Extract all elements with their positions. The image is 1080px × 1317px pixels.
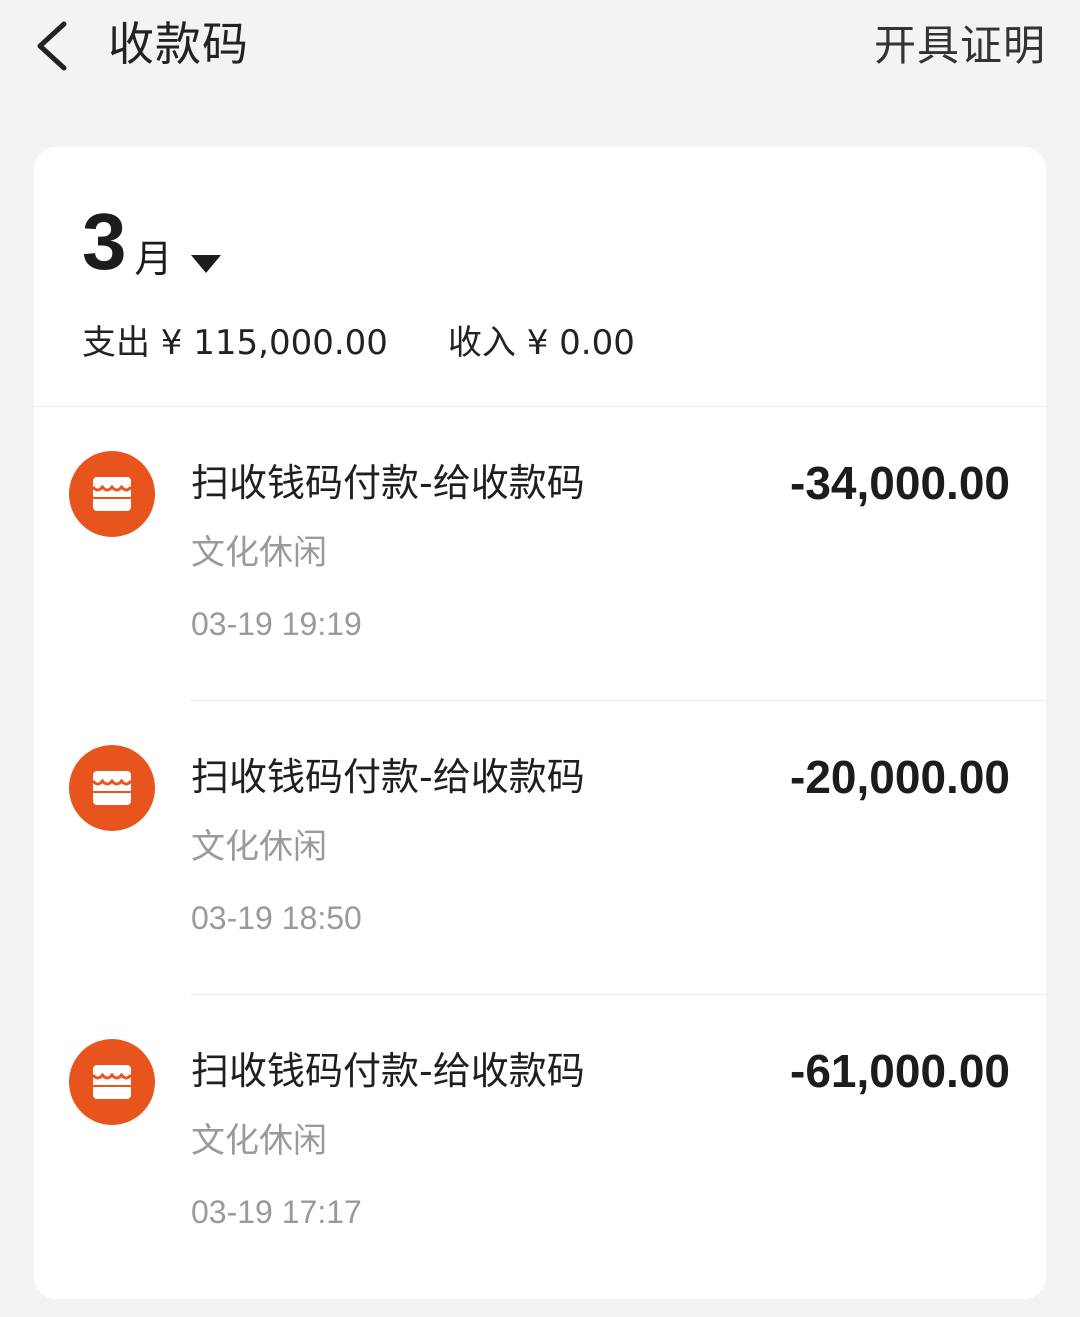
transaction-title: 扫收钱码付款-给收款码 [191,755,585,799]
expense-total: 支出 ¥ 115,000.00 [82,323,388,363]
issue-certificate-button[interactable]: 开具证明 [874,18,1046,74]
transaction-time: 03-19 19:19 [191,606,362,642]
transaction-category: 文化休闲 [191,533,327,573]
page-title: 收款码 [108,17,249,71]
month-number: 3 [82,197,127,286]
transaction-time: 03-19 17:17 [191,1194,362,1230]
store-icon [69,451,155,537]
transaction-amount: -34,000.00 [790,457,1010,509]
transaction-amount: -20,000.00 [790,751,1010,803]
transaction-title: 扫收钱码付款-给收款码 [191,1049,585,1093]
transaction-row[interactable]: 扫收钱码付款-给收款码 文化休闲 03-19 19:19 -34,000.00 [34,407,1046,701]
transaction-title: 扫收钱码付款-给收款码 [191,461,585,505]
transaction-amount: -61,000.00 [790,1045,1010,1097]
back-button[interactable] [30,18,80,74]
caret-down-icon [190,255,221,273]
transaction-row[interactable]: 扫收钱码付款-给收款码 文化休闲 03-19 17:17 -61,000.00 [34,995,1046,1289]
month-summary: 支出 ¥ 115,000.00 收入 ¥ 0.00 [82,319,695,367]
month-selector[interactable]: 3 月 [82,187,221,287]
bill-card: 3 月 支出 ¥ 115,000.00 收入 ¥ 0.00 扫收钱码付款-给收款… [34,147,1046,1299]
transaction-category: 文化休闲 [191,1121,327,1161]
transaction-category: 文化休闲 [191,827,327,867]
month-unit: 月 [134,237,173,281]
transaction-time: 03-19 18:50 [191,900,362,936]
top-bar: 收款码 开具证明 [0,0,1080,92]
store-icon [69,745,155,831]
income-total: 收入 ¥ 0.00 [447,323,635,363]
transaction-row[interactable]: 扫收钱码付款-给收款码 文化休闲 03-19 18:50 -20,000.00 [34,701,1046,995]
store-icon [69,1039,155,1125]
chevron-left-icon [37,21,67,71]
